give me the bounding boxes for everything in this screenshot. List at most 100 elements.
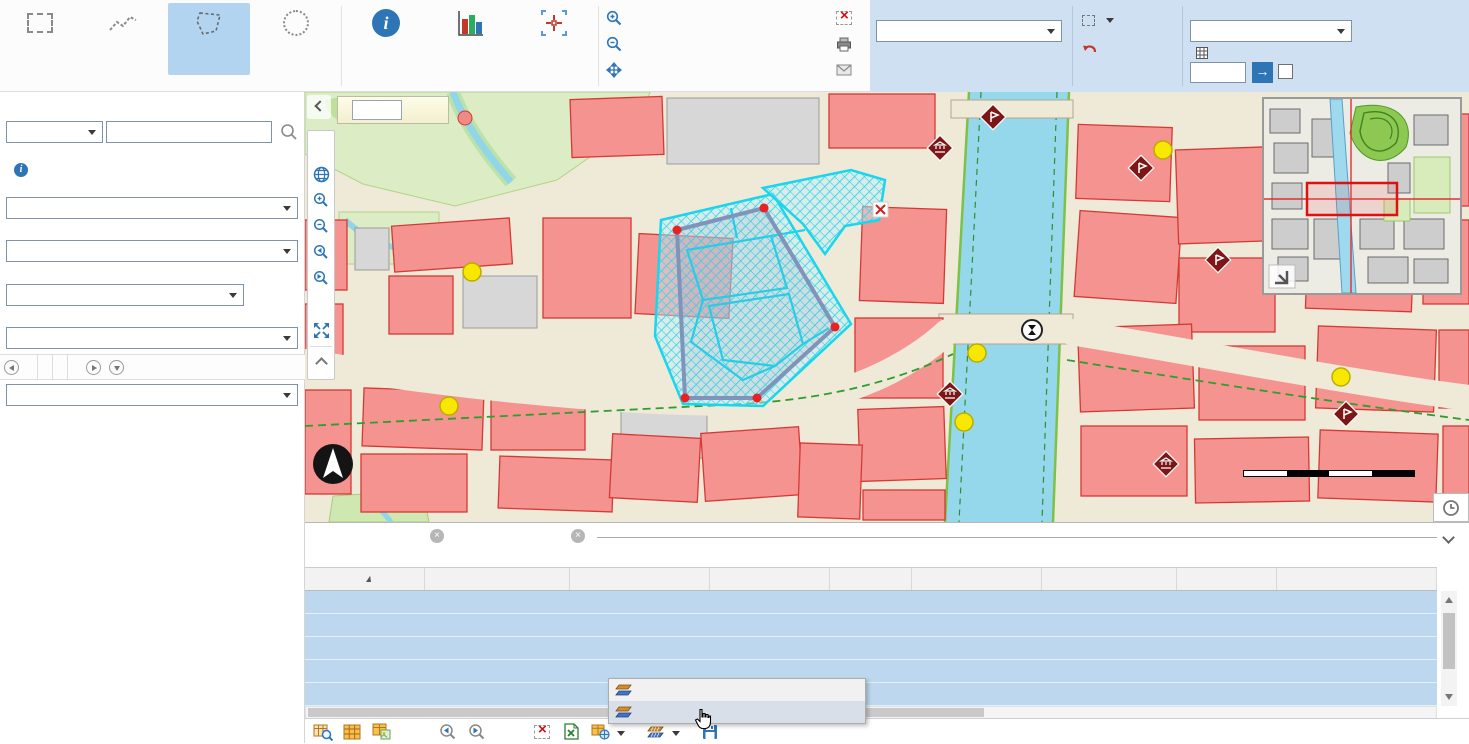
attribute-table-icon[interactable] [340, 721, 364, 743]
zoom-in-extent-button[interactable] [606, 8, 627, 28]
crosshair-icon [539, 8, 569, 38]
data-export-icon [615, 705, 632, 719]
fangprofil-dropdown[interactable] [1190, 20, 1352, 42]
map-viewport[interactable] [305, 92, 1469, 522]
table-body [305, 591, 1437, 706]
vertical-scrollbar[interactable] [1441, 591, 1457, 706]
table-row[interactable] [305, 683, 1437, 706]
distanz-input[interactable] [1190, 62, 1246, 83]
zoom-out-extent-button[interactable] [606, 34, 627, 54]
column-header[interactable] [305, 568, 425, 590]
sidebar-collapse-button[interactable] [307, 95, 331, 119]
zoom-in-button[interactable] [309, 187, 333, 213]
info-icon: i [372, 9, 400, 37]
close-tab-icon[interactable] [571, 529, 585, 543]
column-header[interactable] [425, 568, 570, 590]
column-header[interactable] [912, 568, 1042, 590]
center-map-button[interactable] [309, 291, 333, 317]
pan-extent-button[interactable] [606, 60, 627, 80]
close-tab-icon[interactable] [430, 529, 444, 543]
table-row[interactable] [305, 660, 1437, 683]
back-arrow-icon[interactable] [406, 721, 430, 743]
pan-icon [606, 62, 622, 78]
scroll-up-icon[interactable] [1445, 597, 1453, 603]
column-header[interactable] [710, 568, 830, 590]
refresh-button[interactable] [309, 135, 333, 161]
ribbon-toolbar: i [0, 0, 1469, 92]
zoom-position-button[interactable] [514, 3, 594, 75]
column-header[interactable] [570, 568, 710, 590]
next-record-icon[interactable] [464, 721, 488, 743]
overview-collapse-icon[interactable] [1269, 265, 1295, 288]
overview-map[interactable] [1262, 97, 1462, 295]
tabs-scroll-right-button[interactable] [86, 360, 101, 375]
tab-suchen[interactable] [23, 354, 38, 380]
projekt-row: i [10, 158, 28, 177]
grundkarten-dropdown[interactable] [6, 240, 298, 262]
clear-selection-icon[interactable] [530, 721, 554, 743]
tab-themen-clipped[interactable] [68, 354, 82, 380]
column-header[interactable] [1042, 568, 1177, 590]
snap-checkbox[interactable] [1278, 64, 1293, 79]
search-input[interactable] [106, 121, 272, 143]
search-icon[interactable] [280, 123, 298, 141]
collapse-toolbar-button[interactable] [309, 350, 333, 376]
previous-extent-button[interactable] [309, 239, 333, 265]
area-selection-button[interactable] [168, 3, 250, 75]
chevron-down-icon[interactable] [617, 723, 627, 741]
forward-arrow-icon[interactable] [493, 721, 517, 743]
transit-station-icon [1022, 320, 1042, 340]
table-row[interactable] [305, 637, 1437, 660]
boxselektion-button[interactable] [2, 3, 78, 75]
auswahl-dropdown[interactable] [6, 384, 298, 406]
collapse-panel-button[interactable] [1444, 529, 1453, 547]
polyline-selection-button[interactable] [80, 3, 166, 75]
massstab-dropdown[interactable] [6, 327, 298, 349]
ich-will-input[interactable] [352, 100, 402, 120]
scroll-down-icon[interactable] [1445, 694, 1453, 700]
full-extent-button[interactable] [309, 317, 333, 343]
table-row[interactable] [305, 591, 1437, 614]
column-header[interactable] [1277, 568, 1437, 590]
zoom-out-button[interactable] [309, 213, 333, 239]
menu-item-export-fgdb[interactable] [609, 679, 865, 701]
zoom-to-selection-icon[interactable] [311, 721, 335, 743]
circle-selection-button[interactable] [252, 3, 340, 75]
column-header[interactable] [830, 568, 912, 590]
menu-item-export-dwg[interactable] [609, 701, 865, 723]
globe-button[interactable] [309, 161, 333, 187]
theme-filter-dropdown[interactable] [6, 121, 103, 143]
tab-legende[interactable] [53, 354, 68, 380]
ansicht-dropdown[interactable] [6, 197, 298, 219]
table-image-icon[interactable] [369, 721, 393, 743]
chevron-down-icon [1106, 18, 1114, 23]
column-header[interactable] [1177, 568, 1277, 590]
round-building [458, 111, 472, 125]
previous-record-icon[interactable] [435, 721, 459, 743]
print-button[interactable] [836, 34, 857, 54]
tab-themenbaum[interactable] [38, 354, 53, 380]
extent-rectangle[interactable] [1307, 183, 1397, 215]
raster-query-button[interactable] [430, 3, 510, 75]
ich-will-widget[interactable] [337, 96, 449, 124]
chevron-down-icon[interactable] [672, 723, 682, 741]
tabs-overflow-button[interactable] [109, 360, 124, 375]
envelope-icon [836, 64, 852, 76]
selektieren-button[interactable] [1082, 10, 1114, 30]
clear-selection-ribbon-button[interactable] [836, 8, 857, 28]
info-icon[interactable]: i [14, 163, 28, 177]
tabs-scroll-left-button[interactable] [4, 360, 19, 375]
history-clock-button[interactable] [1433, 493, 1469, 522]
sidebar-tabstrip [0, 354, 305, 380]
next-extent-button[interactable] [309, 265, 333, 291]
table-row[interactable] [305, 614, 1437, 637]
send-map-button[interactable] [836, 60, 857, 80]
apply-distance-button[interactable]: → [1252, 62, 1273, 83]
grid-icon[interactable] [1196, 47, 1208, 59]
zuruecksetzen-button[interactable] [1082, 38, 1102, 58]
kartenausschnitte-dropdown[interactable] [6, 284, 244, 306]
scrollbar-thumb[interactable] [1443, 613, 1455, 669]
identify-button[interactable]: i [346, 3, 426, 75]
selektionsthema-dropdown[interactable] [876, 20, 1062, 42]
excel-export-icon[interactable] [559, 721, 583, 743]
